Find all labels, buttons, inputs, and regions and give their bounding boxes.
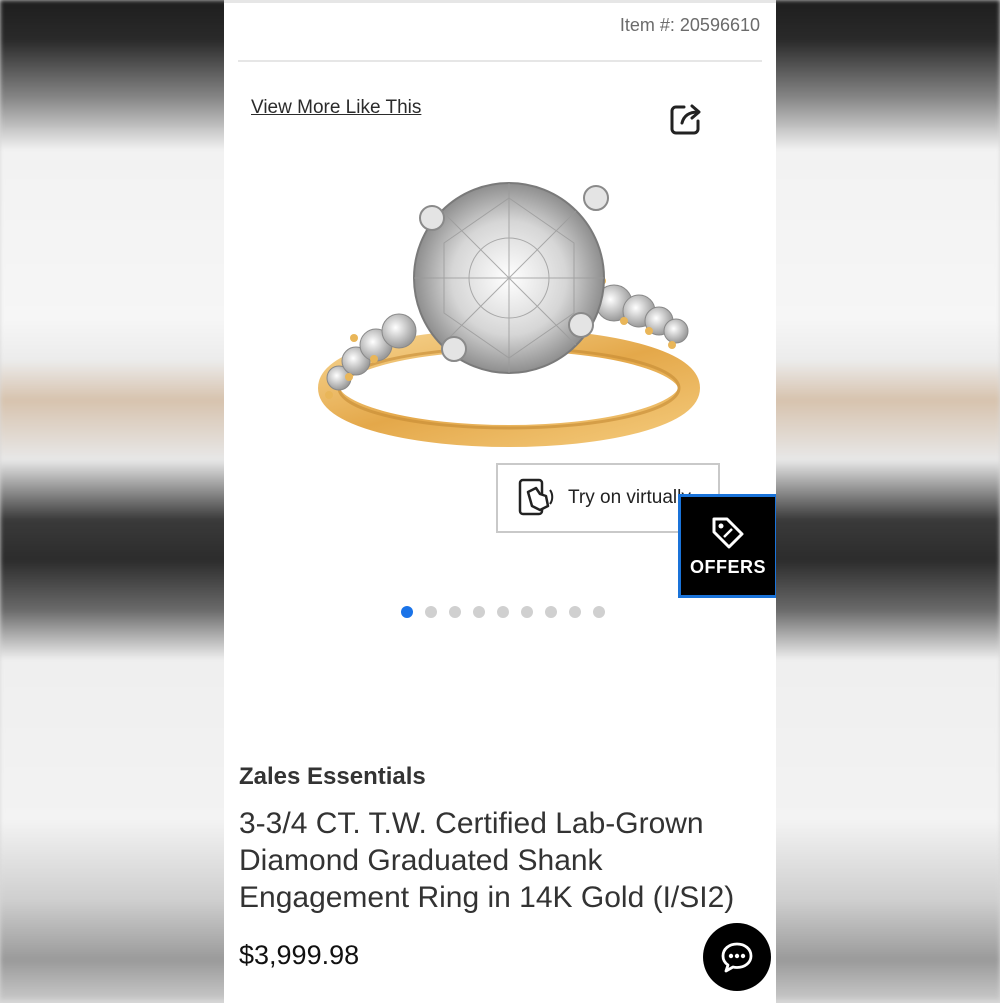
carousel-dot[interactable]: [449, 606, 461, 618]
carousel-dot[interactable]: [521, 606, 533, 618]
carousel-dot[interactable]: [425, 606, 437, 618]
hand-phone-icon: [518, 478, 554, 516]
offers-label: OFFERS: [689, 556, 766, 577]
product-brand[interactable]: Zales Essentials: [239, 763, 426, 791]
chat-button[interactable]: [703, 923, 771, 991]
carousel-dot[interactable]: [569, 606, 581, 618]
view-more-like-this-link[interactable]: View More Like This: [251, 97, 421, 119]
product-price: $3,999.98: [239, 940, 360, 970]
product-title: 3-3/4 CT. T.W. Certified Lab-Grown Diamo…: [239, 807, 735, 914]
carousel-dot[interactable]: [473, 606, 485, 618]
try-on-label: Try on virtually: [568, 487, 691, 508]
carousel-dot[interactable]: [545, 606, 557, 618]
item-number: Item #: 20596610: [619, 15, 760, 35]
product-page: Item #: 20596610 View More Like This Try…: [224, 0, 776, 1003]
carousel-dot[interactable]: [401, 606, 413, 618]
tag-icon: [712, 517, 744, 548]
carousel-dot[interactable]: [593, 606, 605, 618]
chat-bubble-icon: [721, 942, 753, 973]
offers-button[interactable]: OFFERS: [678, 494, 776, 598]
carousel-dots: [401, 606, 605, 618]
divider: [238, 60, 762, 62]
share-icon[interactable]: [668, 101, 704, 137]
carousel-dot[interactable]: [497, 606, 509, 618]
product-image-ring[interactable]: [294, 163, 724, 463]
